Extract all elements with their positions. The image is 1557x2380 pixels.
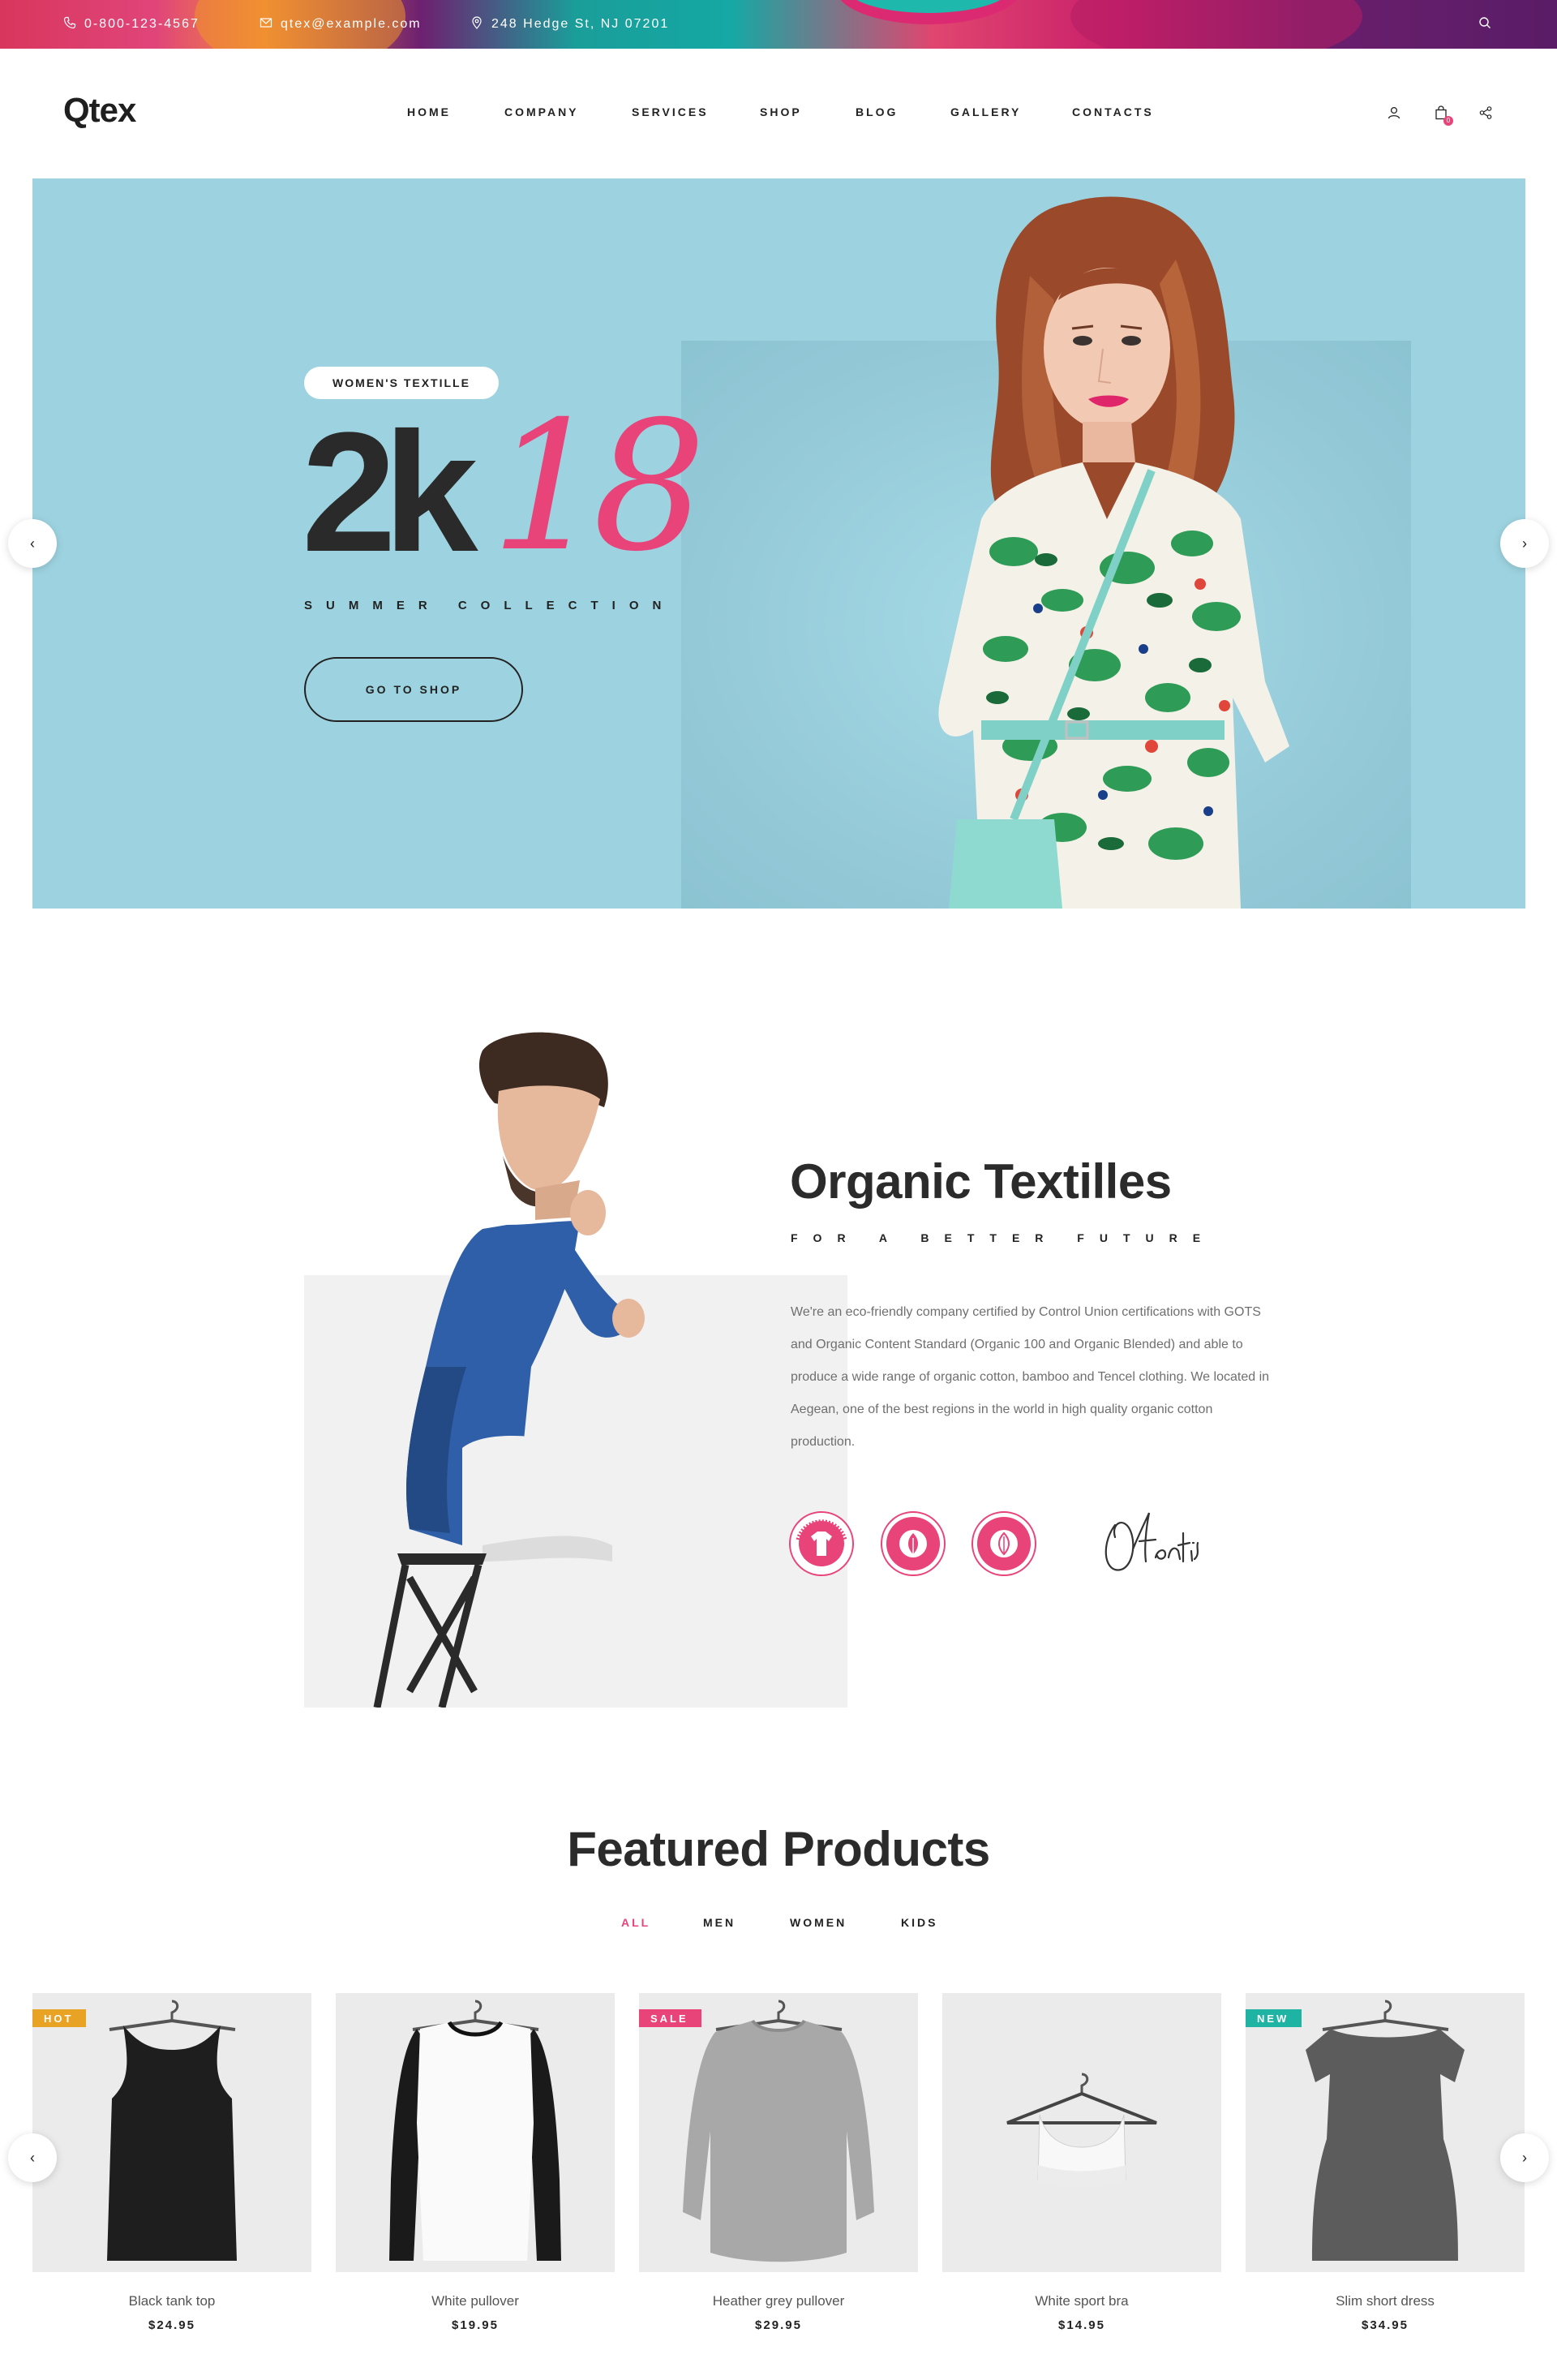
filter-women[interactable]: WOMEN bbox=[790, 1916, 847, 1929]
chevron-left-icon: ‹ bbox=[30, 2149, 35, 2166]
go-to-shop-button[interactable]: GO TO SHOP bbox=[304, 657, 523, 722]
featured-title: Featured Products bbox=[567, 1822, 990, 1876]
chevron-right-icon: › bbox=[1522, 535, 1527, 552]
product-card[interactable]: HOT bbox=[32, 1993, 311, 2272]
product-card[interactable] bbox=[336, 1993, 615, 2272]
topbar-phone[interactable]: 0-800-123-4567 bbox=[63, 0, 199, 49]
share-button[interactable] bbox=[1477, 105, 1495, 123]
product-tag: SALE bbox=[639, 2009, 701, 2027]
white-sport-bra-image bbox=[1006, 2073, 1157, 2188]
hero-slider: WOMEN'S TEXTILLE 2k 18 SUMMER COLLECTION… bbox=[32, 178, 1525, 909]
hero-prev-button[interactable]: ‹ bbox=[8, 519, 57, 568]
account-button[interactable] bbox=[1385, 105, 1403, 123]
hero-model-image bbox=[938, 196, 1289, 909]
gots-cert-icon bbox=[789, 1511, 854, 1576]
product-name[interactable]: White pullover bbox=[336, 2293, 615, 2309]
slim-short-dress-image bbox=[1306, 2000, 1465, 2261]
about-subtitle: FOR A BETTER FUTURE bbox=[791, 1231, 1216, 1244]
nav-gallery[interactable]: GALLERY bbox=[950, 105, 1021, 118]
topbar-decoration bbox=[1070, 0, 1362, 49]
phone-icon bbox=[63, 16, 76, 33]
search-icon bbox=[1478, 16, 1491, 33]
nav-shop[interactable]: SHOP bbox=[760, 105, 802, 118]
hero-category-badge: WOMEN'S TEXTILLE bbox=[304, 367, 499, 399]
nav-contacts[interactable]: CONTACTS bbox=[1072, 105, 1154, 118]
product-card[interactable]: NEW bbox=[1246, 1993, 1525, 2272]
product-card[interactable] bbox=[942, 1993, 1221, 2272]
chevron-left-icon: ‹ bbox=[30, 535, 35, 552]
product-price: $19.95 bbox=[452, 2318, 499, 2332]
hero-badge-text: WOMEN'S TEXTILLE bbox=[332, 376, 470, 389]
phone-text: 0-800-123-4567 bbox=[84, 17, 199, 31]
product-price: $29.95 bbox=[755, 2318, 802, 2332]
about-title: Organic Textilles bbox=[790, 1154, 1172, 1209]
nav-home[interactable]: HOME bbox=[407, 105, 451, 118]
hero-headline-accent: 18 bbox=[491, 383, 706, 591]
cart-count-badge: 0 bbox=[1443, 116, 1453, 126]
filter-kids[interactable]: KIDS bbox=[901, 1916, 937, 1929]
topbar-address[interactable]: 248 Hedge St, NJ 07201 bbox=[470, 0, 669, 49]
filter-all[interactable]: ALL bbox=[621, 1916, 650, 1929]
topbar-decoration bbox=[835, 0, 1022, 24]
mail-icon bbox=[260, 16, 272, 33]
top-bar: 0-800-123-4567 qtex@example.com 248 Hedg… bbox=[0, 0, 1557, 49]
filter-men[interactable]: MEN bbox=[703, 1916, 736, 1929]
product-price: $34.95 bbox=[1362, 2318, 1409, 2332]
product-name[interactable]: Slim short dress bbox=[1246, 2293, 1525, 2309]
email-text: qtex@example.com bbox=[281, 17, 422, 31]
about-description: We're an eco-friendly company certified … bbox=[791, 1305, 1270, 1449]
hero-next-button[interactable]: › bbox=[1500, 519, 1549, 568]
site-header: Qtex HOME COMPANY SERVICES SHOP BLOG GAL… bbox=[0, 49, 1557, 178]
product-name[interactable]: Heather grey pullover bbox=[639, 2293, 918, 2309]
product-tag-text: HOT bbox=[44, 2012, 74, 2025]
product-tag: NEW bbox=[1246, 2009, 1302, 2027]
go-to-shop-label: GO TO SHOP bbox=[365, 683, 462, 696]
nav-blog[interactable]: BLOG bbox=[856, 105, 898, 118]
product-price: $14.95 bbox=[1058, 2318, 1105, 2332]
topbar-search-button[interactable] bbox=[1478, 0, 1491, 49]
nav-services[interactable]: SERVICES bbox=[632, 105, 709, 118]
product-price: $24.95 bbox=[148, 2318, 195, 2332]
nav-company[interactable]: COMPANY bbox=[504, 105, 579, 118]
share-icon bbox=[1478, 105, 1493, 124]
grey-pullover-image bbox=[683, 2000, 874, 2262]
cart-button[interactable]: 0 bbox=[1432, 105, 1453, 126]
topbar-email[interactable]: qtex@example.com bbox=[260, 0, 422, 49]
product-tag-text: SALE bbox=[650, 2012, 688, 2025]
location-pin-icon bbox=[470, 15, 483, 33]
product-name[interactable]: Black tank top bbox=[32, 2293, 311, 2309]
chevron-right-icon: › bbox=[1522, 2149, 1527, 2166]
products-prev-button[interactable]: ‹ bbox=[8, 2133, 57, 2182]
product-tag-text: NEW bbox=[1257, 2012, 1289, 2025]
products-next-button[interactable]: › bbox=[1500, 2133, 1549, 2182]
user-icon bbox=[1387, 105, 1401, 124]
hero-subtitle: SUMMER COLLECTION bbox=[304, 599, 676, 612]
organic-100-cert-icon bbox=[881, 1511, 946, 1576]
signature-image bbox=[1104, 1512, 1199, 1571]
main-nav: HOME COMPANY SERVICES SHOP BLOG GALLERY … bbox=[0, 49, 1557, 178]
organic-blended-cert-icon bbox=[972, 1511, 1036, 1576]
white-pullover-image bbox=[389, 2000, 561, 2261]
black-tank-top-image bbox=[107, 2000, 237, 2261]
about-model-image bbox=[373, 1032, 661, 1708]
address-text: 248 Hedge St, NJ 07201 bbox=[491, 17, 670, 31]
product-tag: HOT bbox=[32, 2009, 87, 2027]
product-card[interactable]: SALE bbox=[639, 1993, 918, 2272]
hero-headline: 2k bbox=[302, 397, 478, 587]
product-name[interactable]: White sport bra bbox=[942, 2293, 1221, 2309]
